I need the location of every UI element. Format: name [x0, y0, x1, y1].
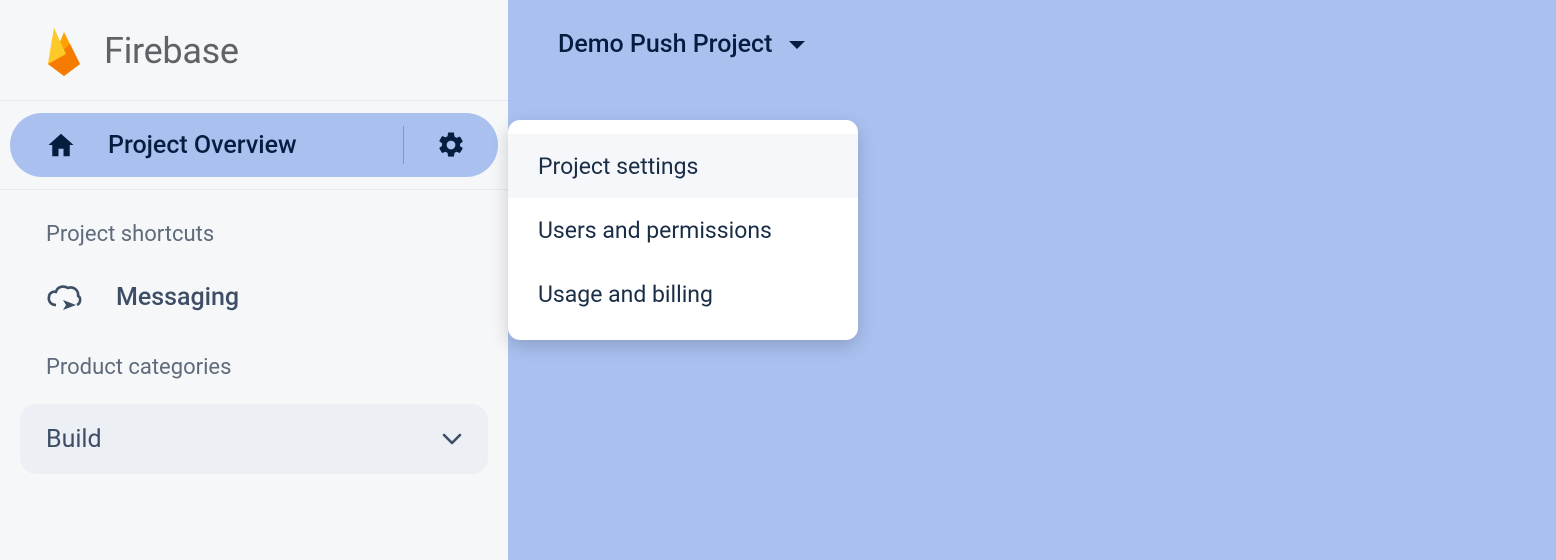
categories-heading: Product categories — [0, 355, 508, 380]
sidebar-item-label: Messaging — [116, 283, 239, 312]
cloud-send-icon — [46, 283, 82, 311]
dropdown-triangle-icon — [788, 40, 806, 50]
chevron-down-icon — [442, 433, 462, 445]
settings-gear-button[interactable] — [404, 113, 498, 177]
gear-icon — [436, 130, 466, 160]
project-selector[interactable]: Demo Push Project — [558, 30, 806, 59]
menu-item-label: Users and permissions — [538, 217, 772, 244]
category-label: Build — [46, 425, 102, 454]
firebase-flame-icon — [44, 24, 84, 78]
home-icon — [46, 130, 76, 160]
menu-item-users-permissions[interactable]: Users and permissions — [508, 198, 858, 262]
project-overview-label: Project Overview — [108, 131, 297, 160]
menu-item-label: Usage and billing — [538, 281, 713, 308]
settings-dropdown-menu: Project settings Users and permissions U… — [508, 120, 858, 340]
sidebar-item-messaging[interactable]: Messaging — [0, 269, 508, 325]
firebase-logo[interactable]: Firebase — [44, 24, 239, 78]
sidebar-categories-section: Product categories Build — [0, 325, 508, 474]
sidebar-header: Firebase — [0, 0, 508, 101]
menu-item-label: Project settings — [538, 153, 698, 180]
shortcuts-heading: Project shortcuts — [0, 222, 508, 247]
menu-item-usage-billing[interactable]: Usage and billing — [508, 262, 858, 326]
project-overview-nav[interactable]: Project Overview — [10, 113, 498, 177]
main-content: Demo Push Project Project settings Users… — [508, 0, 1556, 560]
sidebar: Firebase Project Overview Project shortc… — [0, 0, 508, 560]
project-overview-section: Project Overview — [0, 101, 508, 190]
menu-item-project-settings[interactable]: Project settings — [508, 134, 858, 198]
firebase-wordmark: Firebase — [104, 30, 239, 72]
category-build[interactable]: Build — [20, 404, 488, 474]
project-name: Demo Push Project — [558, 30, 772, 59]
expand-toggle[interactable] — [442, 433, 462, 445]
sidebar-shortcuts-section: Project shortcuts Messaging — [0, 190, 508, 325]
